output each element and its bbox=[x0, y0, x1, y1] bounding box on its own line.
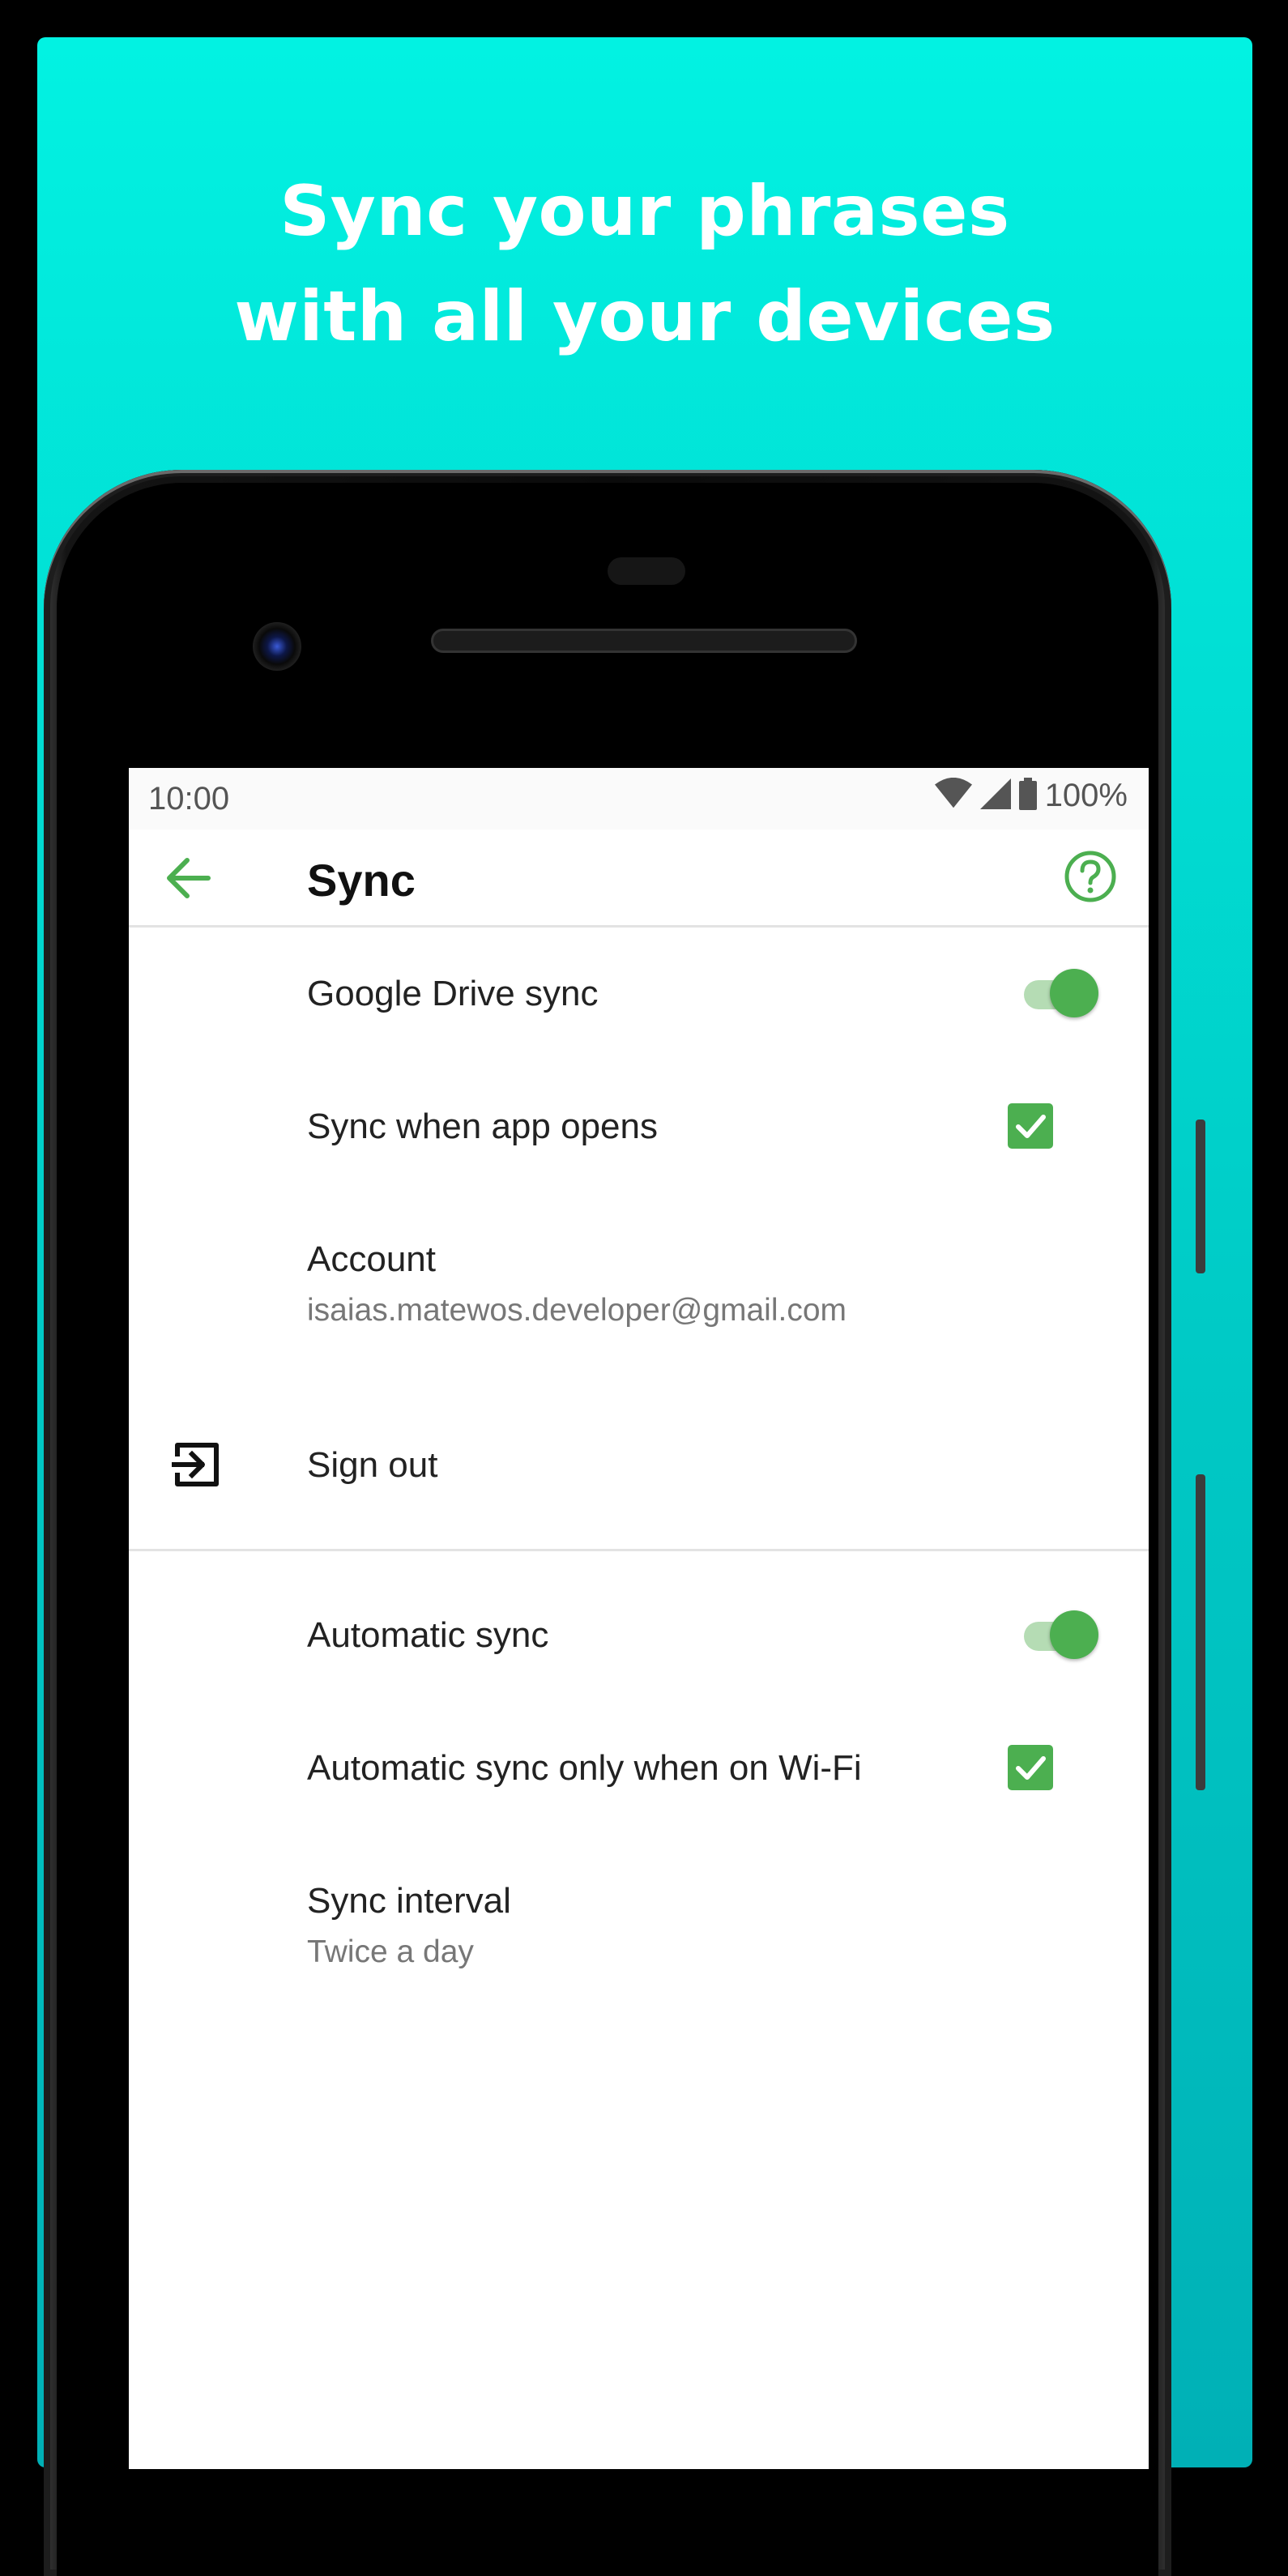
page-title: Sync bbox=[307, 855, 416, 906]
headline-line-2: with all your devices bbox=[234, 276, 1056, 357]
help-button[interactable] bbox=[1063, 849, 1118, 904]
arrow-back-icon bbox=[167, 858, 211, 898]
wifi-icon bbox=[934, 777, 972, 814]
speaker-grille bbox=[431, 629, 857, 653]
battery-percent: 100% bbox=[1044, 778, 1128, 813]
front-camera bbox=[253, 622, 301, 671]
sync-on-open-checkbox[interactable] bbox=[1008, 1103, 1053, 1149]
toolbar: Sync bbox=[129, 830, 1149, 928]
account-email: isaias.matewos.developer@gmail.com bbox=[307, 1293, 847, 1328]
exit-to-app-icon bbox=[172, 1443, 219, 1486]
volume-button bbox=[1196, 1474, 1205, 1790]
wifi-only-checkbox[interactable] bbox=[1008, 1745, 1053, 1790]
setting-google-drive-sync[interactable]: Google Drive sync bbox=[129, 940, 1149, 1043]
google-drive-sync-label: Google Drive sync bbox=[307, 974, 599, 1013]
app-screen: 10:00 100% Sync Google Drive sync Sync w… bbox=[129, 768, 1149, 2469]
status-icons: 100% bbox=[934, 777, 1128, 814]
wifi-only-label: Automatic sync only when on Wi-Fi bbox=[307, 1748, 862, 1788]
sign-out-button[interactable]: Sign out bbox=[129, 1408, 1149, 1521]
sync-interval-value: Twice a day bbox=[307, 1934, 474, 1969]
switch-thumb bbox=[1050, 969, 1098, 1017]
promo-headline: Sync your phrases with all your devices bbox=[37, 159, 1252, 369]
checkmark-icon bbox=[1016, 1115, 1046, 1138]
status-bar: 10:00 100% bbox=[129, 768, 1149, 830]
sign-out-label: Sign out bbox=[307, 1445, 438, 1485]
back-button[interactable] bbox=[161, 852, 218, 904]
checkmark-icon bbox=[1016, 1756, 1046, 1780]
sync-interval-label: Sync interval bbox=[307, 1881, 511, 1921]
setting-sync-on-open[interactable]: Sync when app opens bbox=[129, 1073, 1149, 1176]
setting-automatic-sync[interactable]: Automatic sync bbox=[129, 1581, 1149, 1685]
switch-thumb bbox=[1050, 1610, 1098, 1659]
section-divider bbox=[129, 1549, 1149, 1551]
setting-sync-interval[interactable]: Sync interval Twice a day bbox=[129, 1847, 1149, 2009]
sync-on-open-label: Sync when app opens bbox=[307, 1107, 658, 1146]
setting-account[interactable]: Account isaias.matewos.developer@gmail.c… bbox=[129, 1205, 1149, 1367]
power-button bbox=[1196, 1120, 1205, 1273]
help-circle-icon bbox=[1064, 851, 1116, 902]
battery-icon bbox=[1018, 778, 1037, 814]
setting-wifi-only[interactable]: Automatic sync only when on Wi-Fi bbox=[129, 1714, 1149, 1818]
account-label: Account bbox=[307, 1239, 436, 1279]
google-drive-sync-switch[interactable] bbox=[1024, 967, 1102, 1017]
automatic-sync-switch[interactable] bbox=[1024, 1609, 1102, 1659]
automatic-sync-label: Automatic sync bbox=[307, 1615, 549, 1655]
cell-signal-icon bbox=[979, 778, 1011, 813]
status-time: 10:00 bbox=[148, 781, 230, 817]
headline-line-1: Sync your phrases bbox=[279, 171, 1010, 252]
top-earpiece bbox=[608, 557, 685, 585]
